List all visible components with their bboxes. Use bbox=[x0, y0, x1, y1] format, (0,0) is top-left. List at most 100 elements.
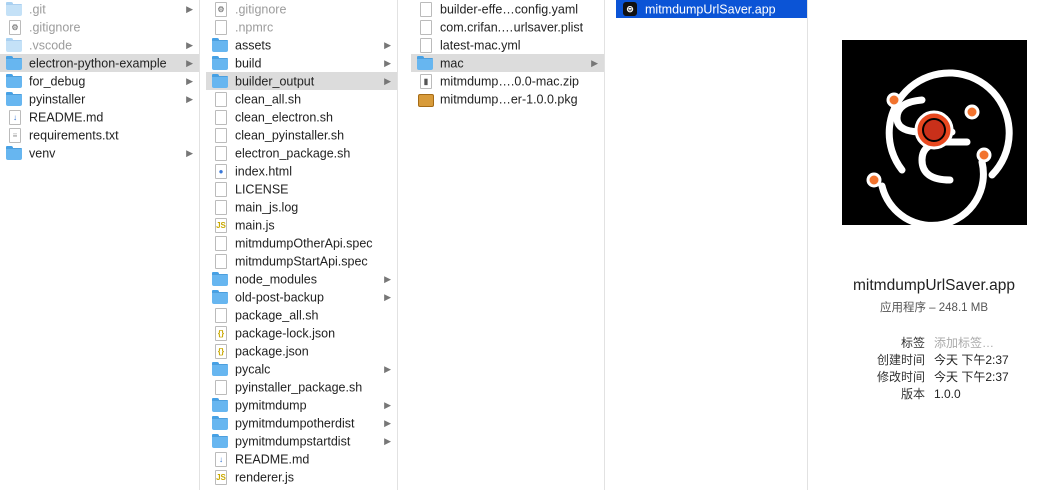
app-icon-large bbox=[842, 40, 1027, 229]
file-row[interactable]: {} package.json bbox=[206, 342, 397, 360]
file-name: assets bbox=[235, 38, 272, 53]
file-name: .npmrc bbox=[235, 20, 274, 35]
file-row[interactable]: mac ▶ bbox=[411, 54, 604, 72]
file-name: package.json bbox=[235, 344, 309, 359]
file-row[interactable]: JS main.js bbox=[206, 216, 397, 234]
disclosure-arrow-icon: ▶ bbox=[186, 58, 193, 68]
document-icon bbox=[417, 19, 433, 35]
gear-file-icon: ⚙ bbox=[6, 19, 22, 35]
document-icon bbox=[417, 37, 433, 53]
file-row[interactable]: venv ▶ bbox=[0, 144, 199, 162]
file-name: LICENSE bbox=[235, 182, 289, 197]
file-row[interactable]: assets ▶ bbox=[206, 36, 397, 54]
file-row[interactable]: builder_output ▶ bbox=[206, 72, 397, 90]
disclosure-arrow-icon: ▶ bbox=[384, 292, 391, 302]
file-row[interactable]: pyinstaller_package.sh bbox=[206, 378, 397, 396]
file-name: index.html bbox=[235, 164, 292, 179]
file-row[interactable]: ↓ README.md bbox=[206, 450, 397, 468]
file-row[interactable]: .vscode ▶ bbox=[0, 36, 199, 54]
file-row[interactable]: ⚙ .gitignore bbox=[0, 18, 199, 36]
file-row[interactable]: electron-python-example ▶ bbox=[0, 54, 199, 72]
file-name: pyinstaller_package.sh bbox=[235, 380, 363, 395]
meta-version-row: 版本 1.0.0 bbox=[820, 386, 1041, 403]
finder-column-3[interactable]: builder-effe…config.yaml com.crifan.…urls… bbox=[411, 0, 605, 490]
file-name: for_debug bbox=[29, 74, 86, 89]
finder-column-1[interactable]: .git ▶ ⚙ .gitignore .vscode ▶ electron-python-… bbox=[0, 0, 200, 490]
file-row[interactable]: .npmrc bbox=[206, 18, 397, 36]
file-row[interactable]: pymitmdumpotherdist ▶ bbox=[206, 414, 397, 432]
zip-file-icon: ▮ bbox=[417, 73, 433, 89]
folder-icon bbox=[212, 73, 228, 88]
file-row[interactable]: node_modules ▶ bbox=[206, 270, 397, 288]
file-name: latest-mac.yml bbox=[440, 38, 521, 53]
folder-icon bbox=[212, 271, 228, 286]
disclosure-arrow-icon: ▶ bbox=[186, 148, 193, 158]
file-row[interactable]: pycalc ▶ bbox=[206, 360, 397, 378]
file-name: old-post-backup bbox=[235, 290, 324, 305]
file-row[interactable]: builder-effe…config.yaml bbox=[411, 0, 604, 18]
app-icon: ⊜ bbox=[622, 1, 638, 16]
file-name: .gitignore bbox=[29, 20, 81, 35]
file-row[interactable]: build ▶ bbox=[206, 54, 397, 72]
finder-column-2[interactable]: ⚙ .gitignore .npmrc assets ▶ build ▶ builder_ou… bbox=[206, 0, 398, 490]
file-name: mitmdumpStartApi.spec bbox=[235, 254, 368, 269]
preview-pane: mitmdumpUrlSaver.app 应用程序 – 248.1 MB 标签 … bbox=[820, 0, 1041, 490]
file-name: venv bbox=[29, 146, 56, 161]
document-icon bbox=[212, 91, 228, 107]
file-row[interactable]: pyinstaller ▶ bbox=[0, 90, 199, 108]
folder-icon bbox=[212, 55, 228, 70]
finder-column-4[interactable]: ⊜ mitmdumpUrlSaver.app bbox=[616, 0, 808, 490]
file-row[interactable]: clean_electron.sh bbox=[206, 108, 397, 126]
file-row[interactable]: mitmdumpOtherApi.spec bbox=[206, 234, 397, 252]
folder-icon bbox=[212, 37, 228, 52]
tags-input[interactable]: 添加标签… bbox=[934, 335, 994, 352]
file-row[interactable]: latest-mac.yml bbox=[411, 36, 604, 54]
gear-file-icon: ⚙ bbox=[212, 1, 228, 17]
document-icon bbox=[212, 181, 228, 197]
text-file-icon: ≡ bbox=[6, 127, 22, 143]
file-row[interactable]: for_debug ▶ bbox=[0, 72, 199, 90]
file-row[interactable]: .git ▶ bbox=[0, 0, 199, 18]
file-row[interactable]: ⊜ mitmdumpUrlSaver.app bbox=[616, 0, 807, 18]
file-row[interactable]: LICENSE bbox=[206, 180, 397, 198]
folder-icon bbox=[212, 361, 228, 376]
js-file-icon: JS bbox=[212, 469, 228, 485]
file-name: renderer.js bbox=[235, 470, 295, 485]
file-row[interactable]: pymitmdumpstartdist ▶ bbox=[206, 432, 397, 450]
file-name: .git bbox=[29, 2, 46, 17]
file-row[interactable]: com.crifan.…urlsaver.plist bbox=[411, 18, 604, 36]
preview-subtitle: 应用程序 – 248.1 MB bbox=[879, 302, 988, 314]
document-icon bbox=[417, 1, 433, 17]
file-row[interactable]: clean_pyinstaller.sh bbox=[206, 126, 397, 144]
file-row[interactable]: package_all.sh bbox=[206, 306, 397, 324]
disclosure-arrow-icon: ▶ bbox=[591, 58, 598, 68]
json-file-icon: {} bbox=[212, 325, 228, 341]
document-icon bbox=[212, 19, 228, 35]
file-row[interactable]: mitmdumpStartApi.spec bbox=[206, 252, 397, 270]
file-row[interactable]: electron_package.sh bbox=[206, 144, 397, 162]
file-name: requirements.txt bbox=[29, 128, 119, 143]
file-row[interactable]: pymitmdump ▶ bbox=[206, 396, 397, 414]
file-row[interactable]: ● index.html bbox=[206, 162, 397, 180]
document-icon bbox=[212, 379, 228, 395]
file-row[interactable]: mitmdump…er-1.0.0.pkg bbox=[411, 90, 604, 108]
disclosure-arrow-icon: ▶ bbox=[186, 94, 193, 104]
file-row[interactable]: ↓ README.md bbox=[0, 108, 199, 126]
file-name: mitmdumpUrlSaver.app bbox=[645, 2, 776, 17]
file-row[interactable]: ≡ requirements.txt bbox=[0, 126, 199, 144]
folder-icon bbox=[6, 1, 22, 16]
file-row[interactable]: clean_all.sh bbox=[206, 90, 397, 108]
file-row[interactable]: JS renderer.js bbox=[206, 468, 397, 486]
file-row[interactable]: ▮ mitmdump….0.0-mac.zip bbox=[411, 72, 604, 90]
file-row[interactable]: ⚙ .gitignore bbox=[206, 0, 397, 18]
file-row[interactable]: main_js.log bbox=[206, 198, 397, 216]
meta-created-row: 创建时间 今天 下午2:37 bbox=[820, 352, 1041, 369]
file-name: clean_all.sh bbox=[235, 92, 302, 107]
file-name: mitmdumpOtherApi.spec bbox=[235, 236, 373, 251]
folder-icon bbox=[212, 289, 228, 304]
disclosure-arrow-icon: ▶ bbox=[384, 364, 391, 374]
meta-modified-row: 修改时间 今天 下午2:37 bbox=[820, 369, 1041, 386]
disclosure-arrow-icon: ▶ bbox=[384, 400, 391, 410]
file-row[interactable]: {} package-lock.json bbox=[206, 324, 397, 342]
file-row[interactable]: old-post-backup ▶ bbox=[206, 288, 397, 306]
